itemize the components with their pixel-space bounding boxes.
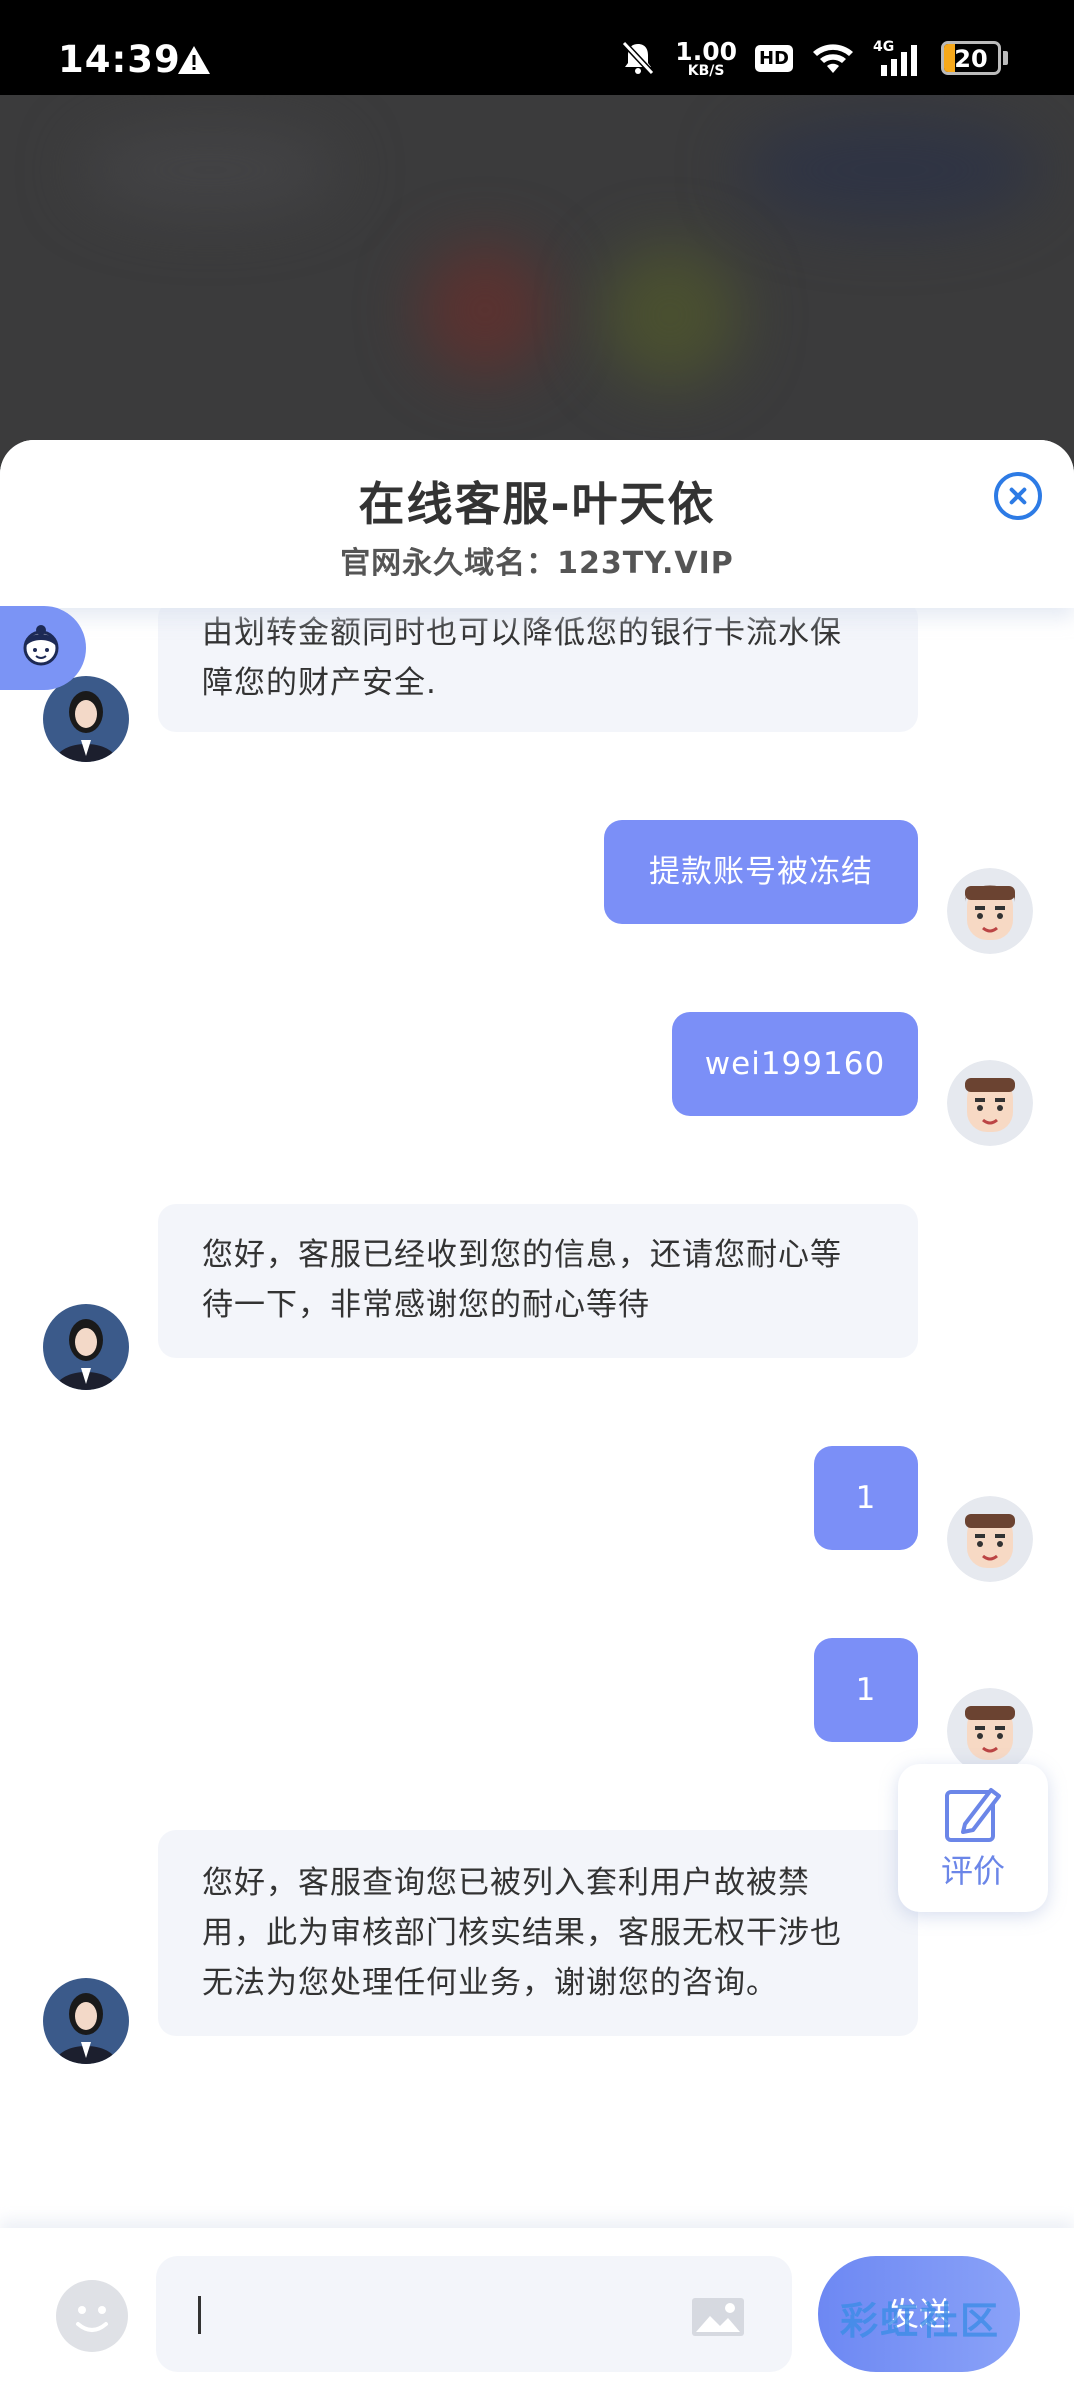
agent-avatar [43, 1978, 129, 2064]
user-message-bubble: 1 [814, 1638, 918, 1742]
user-avatar [947, 1688, 1033, 1774]
image-upload-icon[interactable] [690, 2296, 746, 2338]
backdrop-shape [740, 115, 1040, 225]
message-line: 您好，客服查询您已被列入套利用户故被禁 [202, 1865, 810, 1901]
status-bar: 14:39 1.00 KB/S HD 4G 20 [0, 0, 1074, 95]
user-message-bubble: 1 [814, 1446, 918, 1550]
agent-message-bubble: 由划转金额同时也可以降低您的银行卡流水保 障您的财产安全. [158, 600, 918, 732]
watermark: 彩虹社区 [840, 2299, 1001, 2343]
chat-header: 在线客服-叶天依 官网永久域名：123TY.VIP [0, 440, 1074, 608]
customer-service-float-button[interactable] [0, 606, 86, 690]
message-line: 您好，客服已经收到您的信息，还请您耐心等 [202, 1237, 842, 1273]
agent-message-bubble: 您好，客服已经收到您的信息，还请您耐心等 待一下，非常感谢您的耐心等待 [158, 1204, 918, 1358]
emoji-button[interactable] [56, 2280, 128, 2352]
page-title: 在线客服-叶天依 [358, 477, 716, 531]
text-caret [198, 2296, 201, 2334]
message-line: 无法为您处理任何业务，谢谢您的咨询。 [202, 1965, 778, 2001]
bell-muted-icon [622, 40, 655, 76]
user-avatar [947, 868, 1033, 954]
message-line: 由划转金额同时也可以降低您的银行卡流水保 [202, 615, 842, 651]
backdrop-shape [420, 245, 550, 375]
user-avatar [947, 1496, 1033, 1582]
domain-subtitle: 官网永久域名：123TY.VIP [340, 546, 734, 581]
battery: 20 [941, 41, 1008, 75]
smiley-icon [76, 2306, 108, 2332]
warning-icon [178, 46, 210, 74]
battery-level: 20 [954, 45, 988, 73]
hd-badge: HD [754, 44, 793, 72]
edit-icon [945, 1788, 1001, 1842]
user-message-bubble: 提款账号被冻结 [604, 820, 918, 924]
status-icons: 1.00 KB/S HD 4G 20 [619, 38, 1008, 78]
agent-message-bubble: 您好，客服查询您已被列入套利用户故被禁 用，此为审核部门核实结果，客服无权干涉也… [158, 1830, 918, 2036]
backdrop-shape [80, 125, 340, 215]
message-line: 障您的财产安全. [202, 665, 437, 701]
signal-icon [881, 45, 917, 76]
message-line: 用，此为审核部门核实结果，客服无权干涉也 [202, 1915, 842, 1951]
background-page [0, 95, 1074, 455]
user-avatar [947, 1060, 1033, 1146]
user-message-bubble: wei199160 [672, 1012, 918, 1116]
cell-signal: 4G [873, 39, 923, 77]
status-time: 14:39 [58, 38, 181, 81]
backdrop-shape [600, 245, 740, 385]
agent-icon [23, 625, 59, 666]
wifi-icon [813, 44, 853, 73]
rate-button[interactable]: 评价 [898, 1764, 1048, 1912]
agent-avatar [43, 676, 129, 762]
rate-label: 评价 [940, 1852, 1005, 1890]
agent-avatar [43, 1304, 129, 1390]
close-button[interactable] [994, 472, 1042, 520]
net-speed-unit: KB/S [687, 62, 725, 79]
net-speed-value: 1.00 [675, 36, 737, 66]
net-speed: 1.00 KB/S [675, 39, 737, 78]
chat-sheet: 在线客服-叶天依 官网永久域名：123TY.VIP [0, 440, 1074, 2400]
message-line: 待一下，非常感谢您的耐心等待 [202, 1287, 650, 1323]
